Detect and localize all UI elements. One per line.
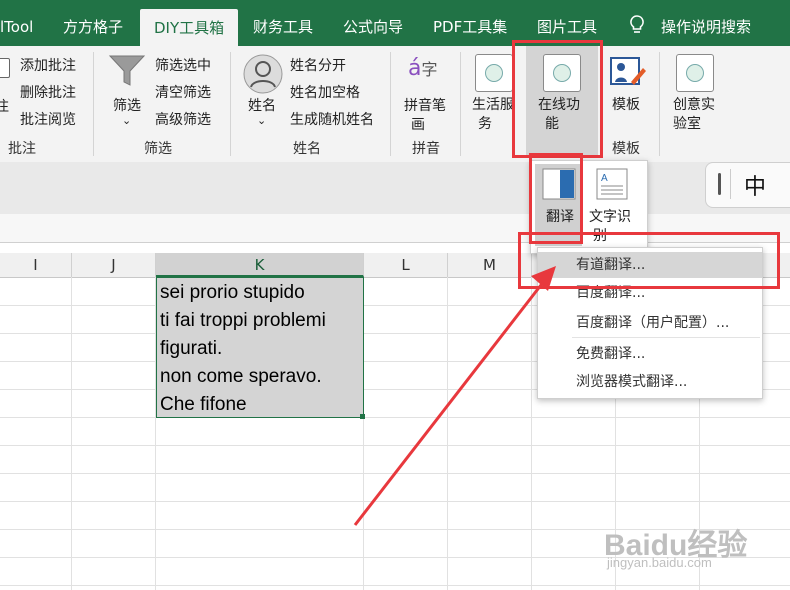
red-arrow-annotation — [353, 266, 556, 526]
watermark-url: jingyan.baidu.com — [607, 555, 712, 570]
